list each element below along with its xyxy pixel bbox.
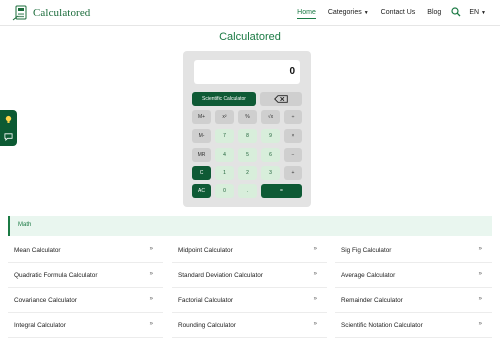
key-7[interactable]: 7 bbox=[215, 129, 234, 143]
key-2[interactable]: 2 bbox=[238, 166, 257, 180]
side-float-panel bbox=[0, 110, 17, 146]
page-title: Calculatored bbox=[219, 31, 281, 43]
site-header: Calculatored Home Categories ▼ Contact Us… bbox=[0, 0, 500, 26]
key-0[interactable]: 0 bbox=[215, 184, 234, 198]
link-remainder-calculator[interactable]: Remainder Calculator » bbox=[335, 288, 492, 313]
link-factorial-calculator[interactable]: Factorial Calculator » bbox=[172, 288, 327, 313]
link-quadratic-formula-calculator[interactable]: Quadratic Formula Calculator » bbox=[8, 263, 163, 288]
nav-blog[interactable]: Blog bbox=[427, 9, 441, 16]
key-square[interactable]: x² bbox=[215, 110, 234, 124]
key-sqrt[interactable]: √x bbox=[261, 110, 280, 124]
link-label: Quadratic Formula Calculator bbox=[14, 272, 98, 279]
chevron-right-icon: » bbox=[478, 296, 482, 302]
link-rounding-calculator[interactable]: Rounding Calculator » bbox=[172, 313, 327, 338]
language-label: EN bbox=[469, 8, 480, 16]
chat-icon[interactable] bbox=[4, 132, 13, 141]
chevron-right-icon: » bbox=[478, 271, 482, 277]
key-3[interactable]: 3 bbox=[261, 166, 280, 180]
key-divide[interactable]: ÷ bbox=[284, 110, 302, 124]
search-icon[interactable] bbox=[451, 7, 461, 17]
logo-icon bbox=[12, 5, 27, 21]
nav-home[interactable]: Home bbox=[297, 9, 316, 19]
nav-contact[interactable]: Contact Us bbox=[381, 9, 416, 16]
chevron-down-icon: ▼ bbox=[481, 9, 486, 16]
link-mean-calculator[interactable]: Mean Calculator » bbox=[8, 238, 163, 263]
chevron-right-icon: » bbox=[149, 271, 153, 277]
key-5[interactable]: 5 bbox=[238, 148, 257, 162]
key-multiply[interactable]: × bbox=[284, 129, 302, 143]
chevron-right-icon: » bbox=[478, 321, 482, 327]
key-equals[interactable]: = bbox=[261, 184, 302, 198]
key-all-clear[interactable]: AC bbox=[192, 184, 211, 198]
key-m-minus[interactable]: M- bbox=[192, 129, 211, 143]
chevron-down-icon: ▼ bbox=[363, 9, 369, 16]
chevron-right-icon: » bbox=[313, 321, 317, 327]
calculator-widget: 0 Scientific Calculator M+ x² % √x ÷ M- … bbox=[183, 51, 311, 207]
lightbulb-icon[interactable] bbox=[4, 115, 13, 124]
link-covariance-calculator[interactable]: Covariance Calculator » bbox=[8, 288, 163, 313]
display-value: 0 bbox=[289, 66, 295, 77]
link-midpoint-calculator[interactable]: Midpoint Calculator » bbox=[172, 238, 327, 263]
language-select[interactable]: EN ▼ bbox=[469, 9, 486, 16]
key-9[interactable]: 9 bbox=[261, 129, 280, 143]
key-8[interactable]: 8 bbox=[238, 129, 257, 143]
link-label: Integral Calculator bbox=[14, 322, 66, 329]
chevron-right-icon: » bbox=[478, 246, 482, 252]
backspace-icon bbox=[274, 95, 288, 103]
main-nav: Home Categories ▼ Contact Us Blog EN ▼ bbox=[285, 0, 486, 24]
key-percent[interactable]: % bbox=[238, 110, 257, 124]
calculator-display: 0 bbox=[194, 60, 300, 84]
key-mr[interactable]: MR bbox=[192, 148, 211, 162]
link-label: Covariance Calculator bbox=[14, 297, 77, 304]
key-decimal[interactable]: . bbox=[238, 184, 257, 198]
link-label: Standard Deviation Calculator bbox=[178, 272, 263, 279]
backspace-button[interactable] bbox=[260, 92, 302, 106]
key-4[interactable]: 4 bbox=[215, 148, 234, 162]
chevron-right-icon: » bbox=[149, 296, 153, 302]
chevron-right-icon: » bbox=[313, 271, 317, 277]
link-average-calculator[interactable]: Average Calculator » bbox=[335, 263, 492, 288]
section-title: Math bbox=[18, 222, 32, 228]
chevron-right-icon: » bbox=[149, 246, 153, 252]
chevron-right-icon: » bbox=[149, 321, 153, 327]
brand-logo[interactable]: Calculatored bbox=[12, 4, 90, 22]
link-label: Average Calculator bbox=[341, 272, 396, 279]
nav-categories-label: Categories bbox=[327, 8, 362, 16]
link-label: Rounding Calculator bbox=[178, 322, 236, 329]
nav-categories[interactable]: Categories ▼ bbox=[328, 9, 369, 16]
key-minus[interactable]: − bbox=[284, 148, 302, 162]
link-standard-deviation-calculator[interactable]: Standard Deviation Calculator » bbox=[172, 263, 327, 288]
link-label: Remainder Calculator bbox=[341, 297, 403, 304]
link-label: Sig Fig Calculator bbox=[341, 247, 392, 254]
key-6[interactable]: 6 bbox=[261, 148, 280, 162]
key-plus[interactable]: + bbox=[284, 166, 302, 180]
chevron-right-icon: » bbox=[313, 296, 317, 302]
link-label: Mean Calculator bbox=[14, 247, 61, 254]
key-m-plus[interactable]: M+ bbox=[192, 110, 211, 124]
scientific-calculator-button[interactable]: Scientific Calculator bbox=[192, 92, 256, 106]
link-sig-fig-calculator[interactable]: Sig Fig Calculator » bbox=[335, 238, 492, 263]
brand-name: Calculatored bbox=[33, 7, 91, 19]
key-1[interactable]: 1 bbox=[215, 166, 234, 180]
chevron-right-icon: » bbox=[313, 246, 317, 252]
key-clear[interactable]: C bbox=[192, 166, 211, 180]
link-label: Midpoint Calculator bbox=[178, 247, 233, 254]
link-scientific-notation-calculator[interactable]: Scientific Notation Calculator » bbox=[335, 313, 492, 338]
link-integral-calculator[interactable]: Integral Calculator » bbox=[8, 313, 163, 338]
section-header-math: Math bbox=[8, 216, 492, 236]
link-label: Scientific Notation Calculator bbox=[341, 322, 423, 329]
link-label: Factorial Calculator bbox=[178, 297, 234, 304]
